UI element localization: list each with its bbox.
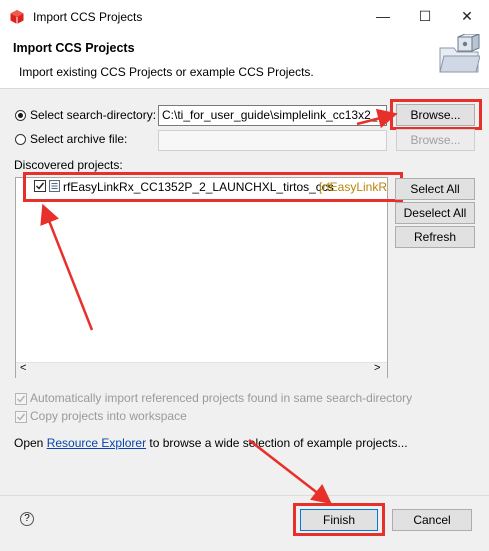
annotation-arrows [40, 108, 398, 505]
arrow-to-finish [248, 439, 332, 505]
arrow-to-browse [356, 108, 398, 129]
arrow-to-project [40, 203, 94, 331]
